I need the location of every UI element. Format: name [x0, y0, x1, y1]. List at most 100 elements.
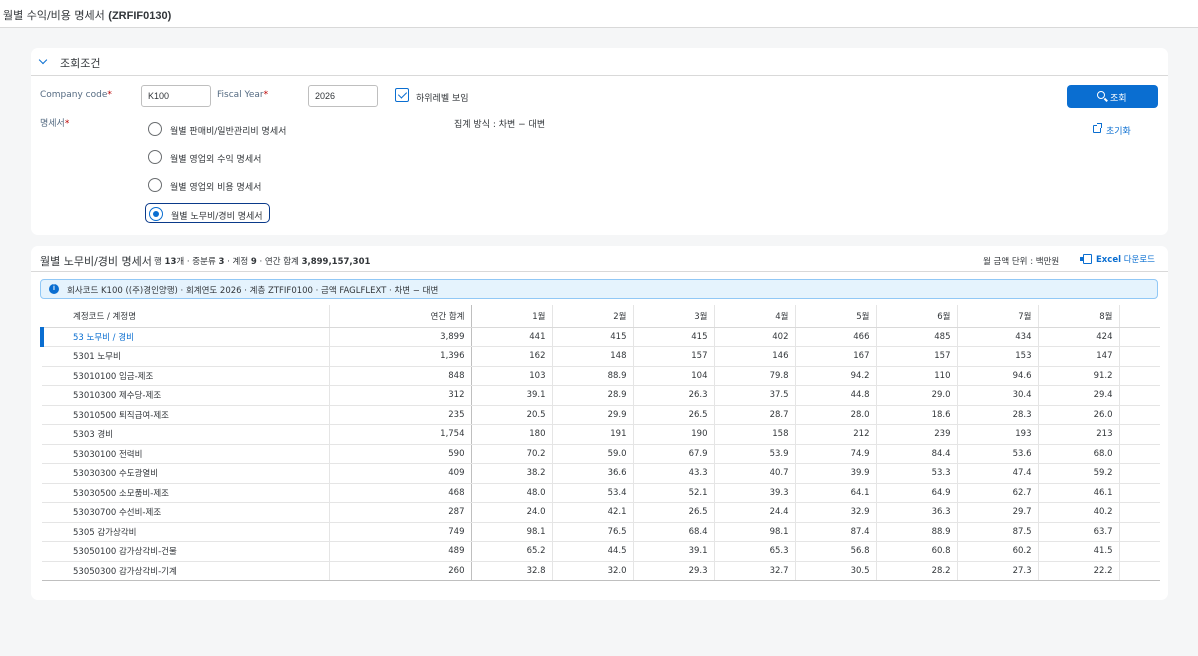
column-header-month[interactable]: 6월: [876, 305, 958, 328]
month-value-cell: 38.2: [471, 463, 553, 484]
radio-button[interactable]: [149, 207, 163, 221]
statement-option-label: 월별 판매비/일반관리비 명세서: [170, 127, 287, 137]
account-name-cell: 5303 경비: [67, 424, 330, 445]
account-name-cell: 53030700 수선비-제조: [67, 502, 330, 523]
company-code-label-text: Company code: [40, 90, 108, 100]
row-selector[interactable]: [42, 366, 67, 386]
month-value-cell: 29.7: [957, 502, 1039, 523]
month-value-cell: 28.0: [795, 405, 877, 425]
month-value-cell: 24.0: [471, 502, 553, 523]
search-button[interactable]: 조회: [1067, 85, 1158, 108]
excel-download-button[interactable]: Excel 다운로드: [1080, 253, 1155, 265]
show-sublevel-checkbox[interactable]: [395, 88, 409, 102]
row-selector[interactable]: [42, 483, 67, 503]
required-mark: *: [107, 90, 112, 100]
table-row[interactable]: 53010500 퇴직급여-제조 235 20.5 29.9 26.5 28.7 28.0 1…: [42, 405, 1160, 425]
column-header-month[interactable]: 3월: [633, 305, 715, 328]
month-value-cell: 44.5: [552, 541, 634, 562]
fiscal-year-input[interactable]: 2026: [308, 85, 378, 107]
table-row[interactable]: 53030700 수선비-제조 287 24.0 42.1 26.5 24.4 32.9 36…: [42, 502, 1160, 523]
row-selector[interactable]: [42, 424, 67, 445]
excel-label: Excel: [1096, 255, 1122, 265]
table-row[interactable]: 53050300 감가상각비-기계 260 32.8 32.0 29.3 32.7 30.5…: [42, 561, 1160, 581]
row-selector[interactable]: [42, 541, 67, 562]
statement-radio-nonop-income[interactable]: 월별 영업외 수익 명세서: [145, 147, 270, 167]
row-selector[interactable]: [42, 561, 67, 581]
column-header-month[interactable]: 7월: [957, 305, 1039, 328]
summary-text: 개 · 중분류: [176, 257, 219, 267]
statement-radio-labor-expense[interactable]: 월별 노무비/경비 명세서: [145, 203, 270, 223]
month-value-cell: 24.4: [714, 502, 796, 523]
summary-text: 행: [154, 257, 165, 267]
result-summary: 행 13개 · 중분류 3 · 계정 9 · 연간 합계 3,899,157,3…: [154, 255, 370, 267]
row-selector[interactable]: [42, 385, 67, 406]
month-value-cell: 26.5: [633, 502, 715, 523]
radio-button[interactable]: [148, 122, 162, 136]
row-selector[interactable]: [42, 502, 67, 523]
table-row[interactable]: 5301 노무비 1,396 162 148 157 146 167 157 153 147: [42, 346, 1160, 367]
filler-cell: [1119, 522, 1160, 542]
month-value-cell: 94.2: [795, 366, 877, 386]
table-row[interactable]: 5305 감가상각비 749 98.1 76.5 68.4 98.1 87.4 88.9 87.…: [42, 522, 1160, 542]
month-value-cell: 37.5: [714, 385, 796, 406]
radio-button[interactable]: [148, 178, 162, 192]
month-value-cell: 65.3: [714, 541, 796, 562]
fiscal-year-label-text: Fiscal Year: [217, 90, 264, 100]
month-value-cell: 148: [552, 346, 634, 367]
result-panel: 월별 노무비/경비 명세서 행 13개 · 중분류 3 · 계정 9 · 연간 …: [31, 246, 1168, 600]
statement-radio-nonop-expense[interactable]: 월별 영업외 비용 명세서: [145, 175, 270, 195]
month-value-cell: 434: [957, 327, 1039, 347]
filler-cell: [1119, 483, 1160, 503]
annual-total-cell: 749: [329, 522, 472, 542]
filler-cell: [1119, 405, 1160, 425]
month-value-cell: 41.5: [1038, 541, 1120, 562]
row-selector[interactable]: [42, 463, 67, 484]
month-value-cell: 79.8: [714, 366, 796, 386]
reset-button[interactable]: 초기화: [1091, 123, 1141, 137]
month-value-cell: 60.8: [876, 541, 958, 562]
account-name-cell: 53030300 수도광열비: [67, 463, 330, 484]
row-selector[interactable]: [42, 346, 67, 367]
annual-total-cell: 590: [329, 444, 472, 464]
month-value-cell: 39.3: [714, 483, 796, 503]
month-value-cell: 56.8: [795, 541, 877, 562]
month-value-cell: 32.9: [795, 502, 877, 523]
table-row[interactable]: 53030100 전력비 590 70.2 59.0 67.9 53.9 74.9 84.4 5…: [42, 444, 1160, 464]
row-selector[interactable]: [42, 522, 67, 542]
row-selector[interactable]: [42, 444, 67, 464]
column-header-account[interactable]: 계정코드 / 계정명: [67, 305, 330, 328]
month-value-cell: 60.2: [957, 541, 1039, 562]
chevron-down-icon[interactable]: [38, 55, 48, 65]
month-value-cell: 32.0: [552, 561, 634, 581]
column-header-total[interactable]: 연간 합계: [329, 305, 472, 328]
month-value-cell: 47.4: [957, 463, 1039, 484]
month-value-cell: 39.1: [471, 385, 553, 406]
column-header-month[interactable]: 8월: [1038, 305, 1120, 328]
month-value-cell: 53.9: [714, 444, 796, 464]
filter-panel-header[interactable]: 조회조건: [31, 48, 1168, 76]
month-value-cell: 18.6: [876, 405, 958, 425]
statement-radio-sga[interactable]: 월별 판매비/일반관리비 명세서: [145, 119, 286, 139]
table-row[interactable]: 53010300 제수당-제조 312 39.1 28.9 26.3 37.5 44.8 29…: [42, 385, 1160, 406]
row-selector[interactable]: [42, 405, 67, 425]
table-row[interactable]: 53030300 수도광열비 409 38.2 36.6 43.3 40.7 39.9 53.…: [42, 463, 1160, 484]
radio-button[interactable]: [148, 150, 162, 164]
column-header-month[interactable]: 1월: [471, 305, 553, 328]
table-row[interactable]: 53 노무비 / 경비 3,899 441 415 415 402 466 485 434 424: [40, 327, 1160, 347]
month-value-cell: 28.9: [552, 385, 634, 406]
result-title: 월별 노무비/경비 명세서: [40, 255, 152, 268]
row-count: 13: [164, 257, 177, 267]
table-row[interactable]: 5303 경비 1,754 180 191 190 158 212 239 193 213: [42, 424, 1160, 445]
column-header-month[interactable]: 2월: [552, 305, 634, 328]
column-header-month[interactable]: 5월: [795, 305, 877, 328]
row-selector[interactable]: [40, 327, 67, 347]
table-row[interactable]: 53050100 감가상각비-건물 489 65.2 44.5 39.1 65.3 56.8…: [42, 541, 1160, 562]
month-value-cell: 74.9: [795, 444, 877, 464]
aggregation-method: 집계 방식 : 차변 − 대변: [454, 120, 546, 130]
company-code-input[interactable]: K100: [141, 85, 211, 107]
table-row[interactable]: 53010100 임금-제조 848 103 88.9 104 79.8 94.2 110 94…: [42, 366, 1160, 386]
month-value-cell: 180: [471, 424, 553, 445]
column-header-month[interactable]: 4월: [714, 305, 796, 328]
month-value-cell: 28.7: [714, 405, 796, 425]
table-row[interactable]: 53030500 소모품비-제조 468 48.0 53.4 52.1 39.3 64.1 6…: [42, 483, 1160, 503]
